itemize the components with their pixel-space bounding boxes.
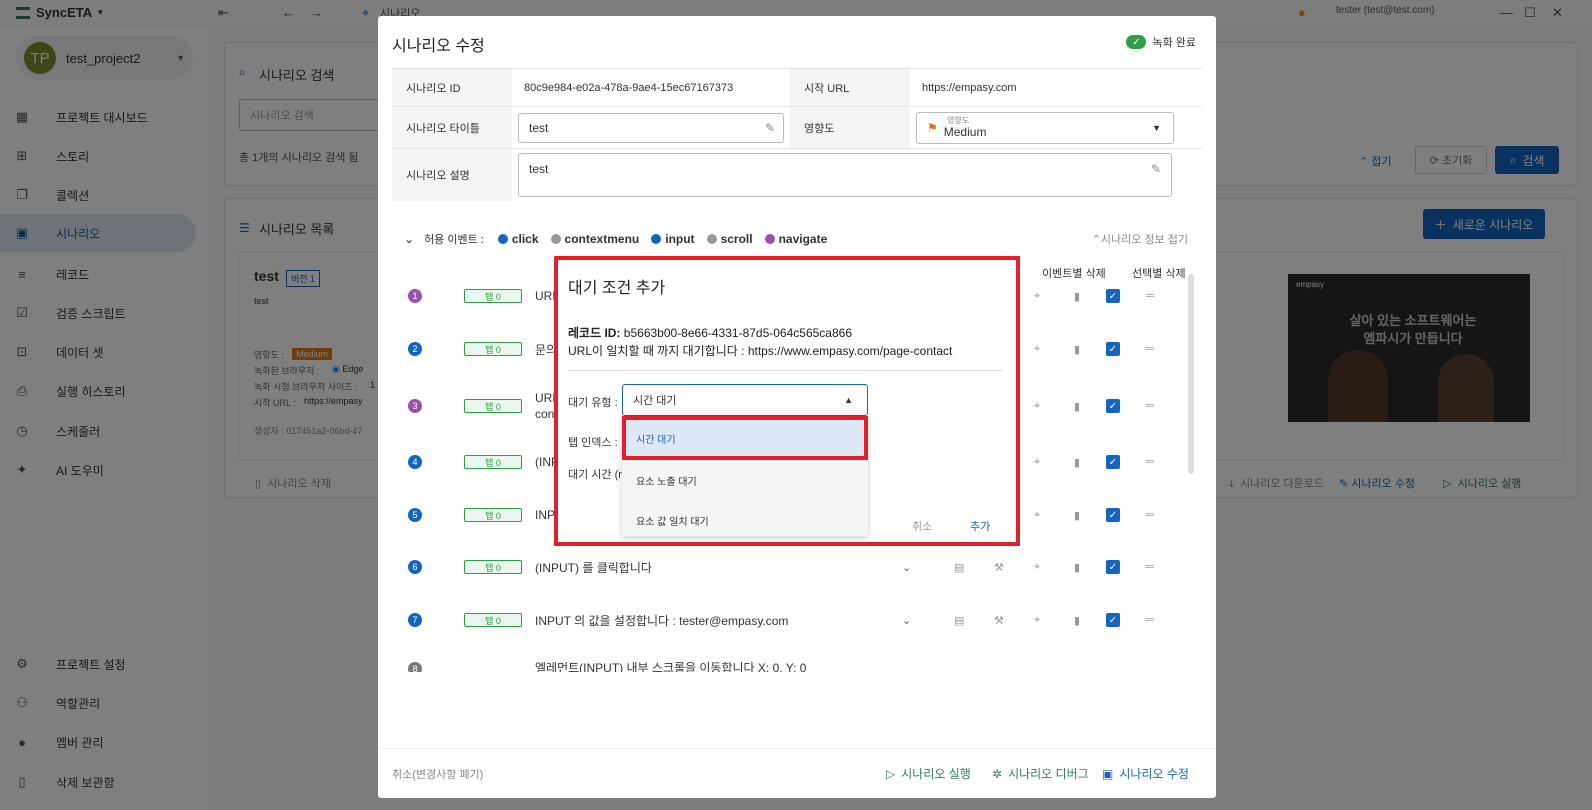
record-id-label: 레코드 ID: [568,326,621,340]
chevron-down-icon[interactable]: ⌄ [404,232,414,246]
list-item[interactable]: 8 엘레먼트(INPUT) 내부 스크롤을 이동합니다 X: 0, Y: 0 [392,662,1182,672]
scenario-desc-field[interactable]: test ✎ [518,153,1172,197]
start-url: https://empasy.com [922,81,1017,94]
save-scenario-button[interactable]: ▣ 시나리오 수정 [1102,765,1189,782]
option-element-value-match-wait[interactable]: 요소 값 일치 대기 [622,500,868,540]
run-scenario-button[interactable]: ▷ 시나리오 실행 [886,765,971,782]
chevron-down-icon[interactable]: ⌄ [902,614,911,627]
event-navigate[interactable]: navigate [764,232,827,246]
option-time-wait[interactable]: 시간 대기 [622,416,868,460]
list-item[interactable]: 7 탭 0 INPUT 의 값을 설정합니다 : tester@empasy.c… [392,605,1182,635]
option-element-visible-wait[interactable]: 요소 노출 대기 [622,460,868,500]
target-icon[interactable]: ⌖ [1034,509,1040,522]
wait-type-dropdown: 시간 대기 요소 노출 대기 요소 값 일치 대기 [622,416,868,536]
col-event-delete: 이벤트별 삭제 [1042,268,1106,280]
trash-icon[interactable]: ▮ [1074,400,1080,413]
trash-icon[interactable]: ▮ [1074,614,1080,627]
scenario-title-field[interactable]: test ✎ [518,112,784,143]
divider [568,370,1002,371]
cancel-button[interactable]: 취소 [912,518,932,534]
list-item[interactable]: 6 탭 0 (INPUT) 를 클릭합니다 ⌄ ▤ ⚒ ⌖ ▮ ✓ ═ [392,552,1182,582]
impact-label: 영향도 [790,107,910,148]
allowed-events: ⌄ 허용 이벤트 : click contextmenu input scrol… [392,228,1202,250]
dialog-title: 대기 조건 추가 [568,280,666,297]
trash-icon[interactable]: ▮ [1074,456,1080,469]
chevron-down-icon[interactable]: ⌄ [902,561,911,574]
debug-scenario-button[interactable]: ✲ 시나리오 디버그 [992,765,1089,782]
caret-down-icon: ▼ [1152,122,1161,133]
target-icon[interactable]: ⌖ [1034,400,1040,413]
trash-icon[interactable]: ▮ [1074,290,1080,303]
record-info: 레코드 ID: b5663b00-8e66-4331-87d5-064c565c… [568,324,952,360]
wait-condition-dialog-highlight: 대기 조건 추가 레코드 ID: b5663b00-8e66-4331-87d5… [554,256,1020,546]
drag-handle-icon[interactable]: ═ [1146,614,1154,626]
select-checkbox[interactable]: ✓ [1106,399,1120,413]
modal-title: 시나리오 수정 [392,38,485,55]
event-input[interactable]: input [651,232,695,246]
pencil-icon: ✎ [1150,162,1161,176]
select-checkbox[interactable]: ✓ [1106,560,1120,574]
wait-time-label: 대기 시간 (m [568,469,628,481]
wait-type-select[interactable]: 시간 대기 ▲ [622,384,868,416]
fold-info-button[interactable]: ⌃시나리오 정보 접기 [1092,231,1188,247]
target-icon[interactable]: ⌖ [1034,456,1040,469]
col-select-delete: 선택별 삭제 [1132,268,1186,280]
select-checkbox[interactable]: ✓ [1106,508,1120,522]
select-checkbox[interactable]: ✓ [1106,289,1120,303]
event-scroll[interactable]: scroll [706,232,753,246]
drag-handle-icon[interactable]: ═ [1146,509,1154,521]
cancel-discard-button[interactable]: 취소(변경사항 폐기) [392,766,483,782]
caret-up-icon: ▲ [844,395,853,405]
events-label: 허용 이벤트 : [424,234,484,246]
add-button[interactable]: 추가 [970,518,990,534]
drag-handle-icon[interactable]: ═ [1146,456,1154,468]
event-click[interactable]: click [497,232,539,246]
trash-icon[interactable]: ▮ [1074,343,1080,356]
check-icon: ✓ [1126,35,1147,49]
scenario-title-label: 시나리오 타이틀 [392,107,512,148]
record-id: b5663b00-8e66-4331-87d5-064c565ca866 [623,326,852,340]
impact-float-label: 영향도 [947,115,970,125]
scenario-id-label: 시나리오 ID [392,69,512,106]
target-icon[interactable]: ⌖ [1034,614,1040,627]
target-icon[interactable]: ⌖ [1034,290,1040,303]
target-icon[interactable]: ⌖ [1034,343,1040,356]
flag-icon: ⚑ [927,120,938,135]
drag-handle-icon[interactable]: ═ [1146,561,1154,573]
play-icon: ▷ [886,766,896,781]
select-checkbox[interactable]: ✓ [1106,613,1120,627]
modal-footer: 취소(변경사항 폐기) ▷ 시나리오 실행 ✲ 시나리오 디버그 ▣ 시나리오 수정 [378,748,1216,798]
scrollbar[interactable] [1188,274,1194,474]
select-checkbox[interactable]: ✓ [1106,455,1120,469]
tab-index-label: 탭 인덱스 : [568,437,618,449]
target-icon[interactable]: ⌖ [1034,561,1040,574]
comment-icon[interactable]: ▤ [954,561,964,574]
trash-icon[interactable]: ▮ [1074,561,1080,574]
wait-condition-dialog: 대기 조건 추가 레코드 ID: b5663b00-8e66-4331-87d5… [558,260,1016,542]
save-icon: ▣ [1102,766,1114,781]
event-contextmenu[interactable]: contextmenu [550,232,639,246]
trash-icon[interactable]: ▮ [1074,509,1080,522]
drag-handle-icon[interactable]: ═ [1146,343,1154,355]
pencil-icon: ✎ [764,120,775,135]
start-url-label: 시작 URL [790,69,910,106]
drag-handle-icon[interactable]: ═ [1146,290,1154,302]
scenario-info-table: 시나리오 ID 80c9e984-e02a-478a-9ae4-15ec6716… [392,68,1202,201]
drag-handle-icon[interactable]: ═ [1146,400,1154,412]
scenario-id: 80c9e984-e02a-478a-9ae4-15ec67167373 [524,81,734,94]
recording-status: ✓ 녹화 완료 [1126,34,1196,50]
tools-icon[interactable]: ⚒ [994,614,1004,627]
bug-icon: ✲ [992,766,1003,781]
scenario-desc-label: 시나리오 설명 [392,149,512,201]
tools-icon[interactable]: ⚒ [994,561,1004,574]
wait-type-label: 대기 유형 : [568,397,618,409]
comment-icon[interactable]: ▤ [954,614,964,627]
record-description: URL이 일치할 때 까지 대기합니다 : https://www.empasy… [568,344,953,358]
impact-select[interactable]: ⚑ 영향도 Medium ▼ [916,111,1174,144]
select-checkbox[interactable]: ✓ [1106,342,1120,356]
